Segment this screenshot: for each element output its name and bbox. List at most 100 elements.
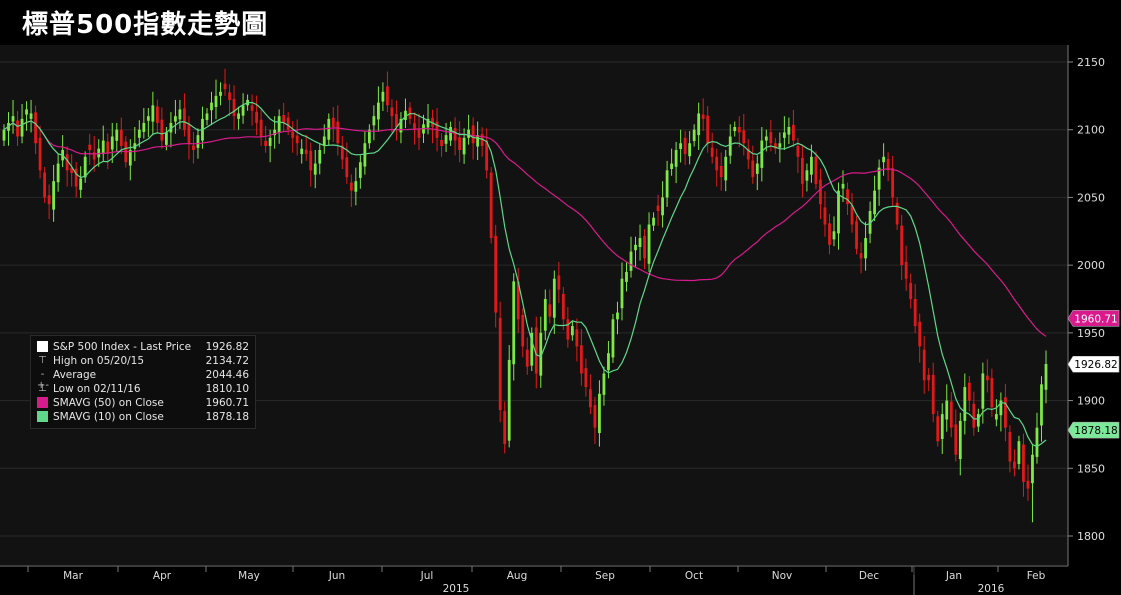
legend-swatch bbox=[37, 411, 48, 422]
candle-body bbox=[954, 424, 958, 455]
legend-value: 1810.10 bbox=[205, 383, 249, 395]
candle-body bbox=[192, 145, 195, 151]
candle-body bbox=[119, 129, 123, 146]
candle-body bbox=[629, 251, 633, 271]
candle-body bbox=[155, 106, 159, 123]
candle-body bbox=[548, 304, 552, 317]
candle-body bbox=[715, 156, 719, 171]
legend: S&P 500 Index - Last Price 1926.82 ⊤ Hig… bbox=[30, 335, 256, 429]
y-tick-label: 1950 bbox=[1077, 327, 1105, 340]
y-axis: 2150 2100 2050 2000 1950 1900 1850 1800 bbox=[1068, 56, 1105, 543]
candle-body bbox=[151, 105, 155, 122]
candle-body bbox=[376, 102, 380, 120]
candle-body bbox=[584, 368, 588, 388]
candle-body bbox=[268, 137, 272, 146]
candle-body bbox=[864, 238, 867, 259]
candle-body bbox=[178, 109, 182, 120]
candle-body bbox=[981, 373, 985, 409]
candle-body bbox=[697, 113, 701, 136]
candle-body bbox=[146, 116, 150, 121]
year-label: 2015 bbox=[443, 583, 470, 595]
candle-body bbox=[661, 197, 664, 216]
candle-body bbox=[444, 135, 448, 144]
candle-body bbox=[345, 157, 349, 178]
x-tick-label: Feb bbox=[1027, 570, 1046, 582]
candle-body bbox=[449, 127, 452, 141]
candle-body bbox=[309, 150, 313, 171]
candle-body bbox=[512, 281, 516, 365]
legend-label: S&P 500 Index - Last Price bbox=[53, 341, 192, 353]
candle-body bbox=[927, 374, 931, 381]
x-tick-label: Sep bbox=[595, 570, 615, 582]
candle-body bbox=[300, 148, 304, 155]
last-price-tag: 1926.82 bbox=[1074, 359, 1117, 371]
x-tick-label: Jun bbox=[328, 570, 345, 582]
candle-body bbox=[507, 359, 511, 441]
candle-body bbox=[1008, 431, 1012, 462]
candle-body bbox=[304, 149, 308, 155]
x-tick-label: Nov bbox=[772, 570, 793, 582]
candle-body bbox=[467, 129, 471, 138]
candle-body bbox=[349, 182, 353, 191]
candle-body bbox=[810, 156, 813, 175]
y-tick-label: 2100 bbox=[1077, 124, 1105, 137]
legend-label: Low on 02/11/16 bbox=[53, 383, 141, 395]
candle-body bbox=[79, 178, 83, 190]
candle-body bbox=[205, 113, 209, 120]
legend-value: 1960.71 bbox=[205, 397, 249, 409]
candle-body bbox=[503, 411, 507, 444]
legend-item-sma10: SMAVG (10) on Close 1878.18 bbox=[37, 410, 249, 424]
candle-body bbox=[778, 143, 782, 148]
legend-label: SMAVG (50) on Close bbox=[53, 397, 164, 409]
candle-body bbox=[873, 190, 876, 215]
candle-body bbox=[106, 141, 110, 153]
y-tick-label: 2050 bbox=[1077, 191, 1105, 204]
candle-body bbox=[381, 91, 385, 102]
candle-body bbox=[692, 129, 696, 142]
candle-body bbox=[386, 86, 389, 106]
candle-body bbox=[891, 168, 895, 198]
candle-body bbox=[219, 91, 222, 96]
candle-body bbox=[395, 114, 398, 128]
candle-body bbox=[976, 414, 980, 427]
candle-body bbox=[214, 95, 218, 107]
candle-body bbox=[900, 225, 904, 266]
candle-body bbox=[782, 132, 786, 138]
candle-body bbox=[828, 223, 831, 245]
candle-body bbox=[710, 147, 714, 157]
candle-body bbox=[724, 156, 728, 181]
candle-body bbox=[801, 157, 804, 184]
legend-label: SMAVG (10) on Close bbox=[53, 411, 164, 423]
average-marker-icon: -+- bbox=[37, 369, 49, 391]
x-tick-label: May bbox=[238, 570, 260, 582]
candle-body bbox=[683, 137, 687, 155]
candle-body bbox=[264, 140, 268, 146]
candle-body bbox=[291, 131, 295, 138]
legend-value: 2134.72 bbox=[205, 355, 249, 367]
legend-swatch bbox=[37, 341, 48, 352]
x-tick-label: Apr bbox=[153, 570, 172, 582]
candle-body bbox=[972, 403, 976, 428]
candle-body bbox=[566, 319, 570, 340]
candle-body bbox=[43, 172, 46, 198]
candle-body bbox=[47, 195, 51, 205]
x-axis: Mar Apr May Jun Jul Aug Sep Oct Nov Dec Jan Feb 2015… bbox=[27, 566, 1046, 595]
candle-body bbox=[963, 387, 967, 421]
candle-body bbox=[936, 416, 940, 442]
candle-body bbox=[196, 135, 200, 148]
sma10-value-tag: 1878.18 bbox=[1074, 425, 1117, 437]
candle-body bbox=[52, 181, 56, 210]
candle-body bbox=[453, 128, 457, 141]
candle-body bbox=[760, 140, 764, 168]
candle-body bbox=[625, 271, 628, 282]
candle-body bbox=[183, 108, 186, 130]
low-marker-icon: ⊥ bbox=[38, 383, 47, 394]
candle-body bbox=[358, 162, 362, 178]
candle-body bbox=[737, 127, 741, 133]
candle-body bbox=[1004, 397, 1007, 428]
legend-value: 2044.46 bbox=[205, 369, 249, 381]
candle-body bbox=[755, 163, 759, 174]
price-chart: 21502100205020001950190018501800 Mar Apr M… bbox=[0, 45, 1120, 595]
candle-body bbox=[1035, 427, 1039, 457]
legend-swatch bbox=[37, 397, 48, 408]
